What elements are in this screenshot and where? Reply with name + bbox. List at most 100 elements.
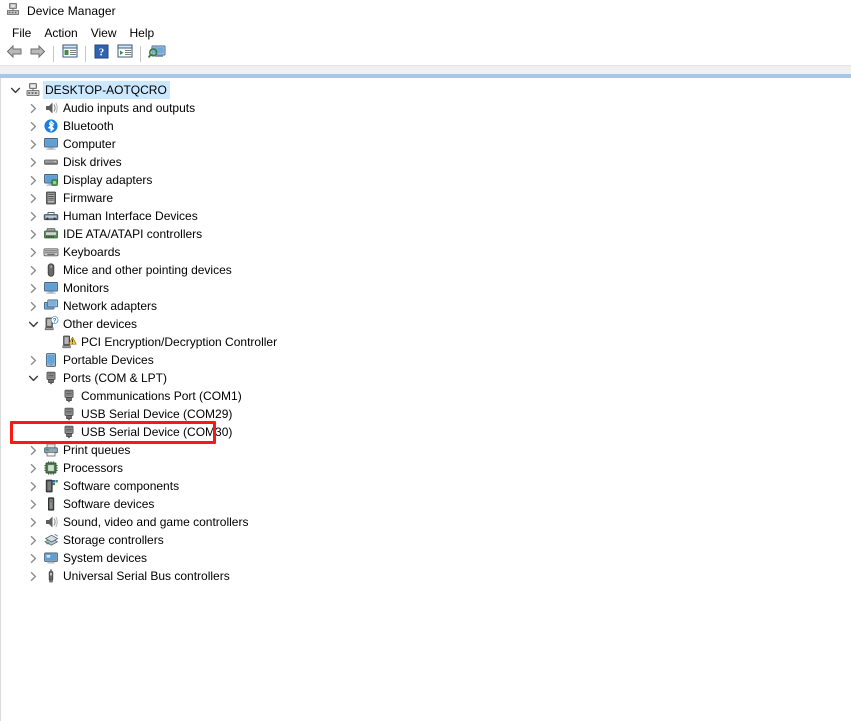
chevron-right-icon[interactable] xyxy=(25,189,41,207)
chevron-right-icon[interactable] xyxy=(25,549,41,567)
menu-bar: File Action View Help xyxy=(0,22,851,43)
menu-help[interactable]: Help xyxy=(124,24,162,42)
chevron-right-icon[interactable] xyxy=(25,477,41,495)
svg-text:?: ? xyxy=(53,317,57,324)
tree-item-bluetooth[interactable]: Bluetooth xyxy=(1,117,851,135)
usb-icon xyxy=(41,567,61,585)
chevron-right-icon[interactable] xyxy=(25,459,41,477)
chevron-right-icon[interactable] xyxy=(25,171,41,189)
tree-item-print-queues[interactable]: Print queues xyxy=(1,441,851,459)
chevron-right-icon[interactable] xyxy=(25,153,41,171)
forward-arrow-icon xyxy=(29,44,46,64)
tree-item-communications-port-com1[interactable]: Communications Port (COM1) xyxy=(1,387,851,405)
tree-item-storage-controllers[interactable]: Storage controllers xyxy=(1,531,851,549)
tree-item-disk-drives[interactable]: Disk drives xyxy=(1,153,851,171)
back-arrow-icon xyxy=(6,44,23,64)
tree-item-label: Disk drives xyxy=(63,155,122,169)
tree-item-label: PCI Encryption/Decryption Controller xyxy=(81,335,278,349)
tree-item-computer[interactable]: Computer xyxy=(1,135,851,153)
tree-item-label: Universal Serial Bus controllers xyxy=(63,569,230,583)
window-title: Device Manager xyxy=(27,4,116,18)
toolbar-separator xyxy=(85,46,86,62)
device-tree-panel[interactable]: DESKTOP-AOTQCRO Audio inputs and outputs B… xyxy=(0,78,851,721)
tree-item-ide-ata-atapi-controllers[interactable]: IDE ATA/ATAPI controllers xyxy=(1,225,851,243)
tree-item-software-devices[interactable]: Software devices xyxy=(1,495,851,513)
scan-hardware-button[interactable] xyxy=(145,44,168,65)
update-driver-icon xyxy=(116,44,133,64)
device-tree: DESKTOP-AOTQCRO Audio inputs and outputs B… xyxy=(1,78,851,585)
tree-item-processors[interactable]: Processors xyxy=(1,459,851,477)
tree-item-label: Mice and other pointing devices xyxy=(63,263,232,277)
system-device-icon xyxy=(41,549,61,567)
tree-item-label: System devices xyxy=(63,551,148,565)
portable-device-icon xyxy=(41,351,61,369)
chevron-right-icon[interactable] xyxy=(25,531,41,549)
chevron-right-icon[interactable] xyxy=(25,261,41,279)
firmware-chip-icon xyxy=(41,189,61,207)
display-adapter-icon xyxy=(41,171,61,189)
back-button[interactable] xyxy=(3,44,26,65)
tree-item-portable-devices[interactable]: Portable Devices xyxy=(1,351,851,369)
tree-item-label: Software devices xyxy=(63,497,155,511)
properties-icon xyxy=(61,44,78,64)
tree-item-label: Network adapters xyxy=(63,299,158,313)
tree-item-firmware[interactable]: Firmware xyxy=(1,189,851,207)
menu-action[interactable]: Action xyxy=(38,24,84,42)
tree-item-label: Human Interface Devices xyxy=(63,209,198,223)
tree-item-display-adapters[interactable]: Display adapters xyxy=(1,171,851,189)
tree-item-desktop-aotqcro[interactable]: DESKTOP-AOTQCRO xyxy=(1,81,851,99)
chevron-right-icon[interactable] xyxy=(25,207,41,225)
computer-root-icon xyxy=(23,81,43,99)
tree-item-label: Audio inputs and outputs xyxy=(63,101,196,115)
monitor-icon xyxy=(41,279,61,297)
forward-button[interactable] xyxy=(26,44,49,65)
tree-item-universal-serial-bus-controllers[interactable]: Universal Serial Bus controllers xyxy=(1,567,851,585)
device-manager-icon xyxy=(6,2,20,21)
hid-icon xyxy=(41,207,61,225)
tree-item-label: Monitors xyxy=(63,281,110,295)
chevron-right-icon[interactable] xyxy=(25,567,41,585)
chevron-right-icon[interactable] xyxy=(25,495,41,513)
tree-item-system-devices[interactable]: System devices xyxy=(1,549,851,567)
chevron-right-icon[interactable] xyxy=(25,225,41,243)
toolbar: ? xyxy=(0,43,851,66)
keyboard-icon xyxy=(41,243,61,261)
tree-item-usb-serial-device-com30[interactable]: USB Serial Device (COM30) xyxy=(1,423,851,441)
menu-file[interactable]: File xyxy=(6,24,38,42)
tree-item-pci-encryption-decryption-controller[interactable]: PCI Encryption/Decryption Controller xyxy=(1,333,851,351)
chevron-right-icon[interactable] xyxy=(25,99,41,117)
menu-view[interactable]: View xyxy=(85,24,124,42)
chevron-right-icon[interactable] xyxy=(25,279,41,297)
tree-item-keyboards[interactable]: Keyboards xyxy=(1,243,851,261)
chevron-right-icon[interactable] xyxy=(25,117,41,135)
tree-item-label: Portable Devices xyxy=(63,353,154,367)
tree-item-label: Bluetooth xyxy=(63,119,114,133)
processor-icon xyxy=(41,459,61,477)
chevron-right-icon[interactable] xyxy=(25,513,41,531)
properties-button[interactable] xyxy=(58,44,81,65)
tree-item-network-adapters[interactable]: Network adapters xyxy=(1,297,851,315)
tree-item-usb-serial-device-com29[interactable]: USB Serial Device (COM29) xyxy=(1,405,851,423)
chevron-right-icon[interactable] xyxy=(25,135,41,153)
tree-item-human-interface-devices[interactable]: Human Interface Devices xyxy=(1,207,851,225)
tree-item-ports-com-lpt[interactable]: Ports (COM & LPT) xyxy=(1,369,851,387)
tree-item-software-components[interactable]: Software components xyxy=(1,477,851,495)
chevron-down-icon[interactable] xyxy=(25,369,41,387)
chevron-down-icon[interactable] xyxy=(25,315,41,333)
tree-item-sound-video-and-game-controllers[interactable]: Sound, video and game controllers xyxy=(1,513,851,531)
chevron-right-icon[interactable] xyxy=(25,297,41,315)
tree-item-other-devices[interactable]: ? Other devices xyxy=(1,315,851,333)
chevron-right-icon[interactable] xyxy=(25,243,41,261)
update-driver-button[interactable] xyxy=(113,44,136,65)
chevron-right-icon[interactable] xyxy=(25,441,41,459)
chevron-down-icon[interactable] xyxy=(7,81,23,99)
tree-item-mice-and-other-pointing-devices[interactable]: Mice and other pointing devices xyxy=(1,261,851,279)
tree-item-audio-inputs-and-outputs[interactable]: Audio inputs and outputs xyxy=(1,99,851,117)
help-button[interactable]: ? xyxy=(90,44,113,65)
tree-item-monitors[interactable]: Monitors xyxy=(1,279,851,297)
tree-item-label: Software components xyxy=(63,479,180,493)
tree-item-label: Communications Port (COM1) xyxy=(81,389,242,403)
svg-text:?: ? xyxy=(99,47,105,59)
chevron-right-icon[interactable] xyxy=(25,351,41,369)
